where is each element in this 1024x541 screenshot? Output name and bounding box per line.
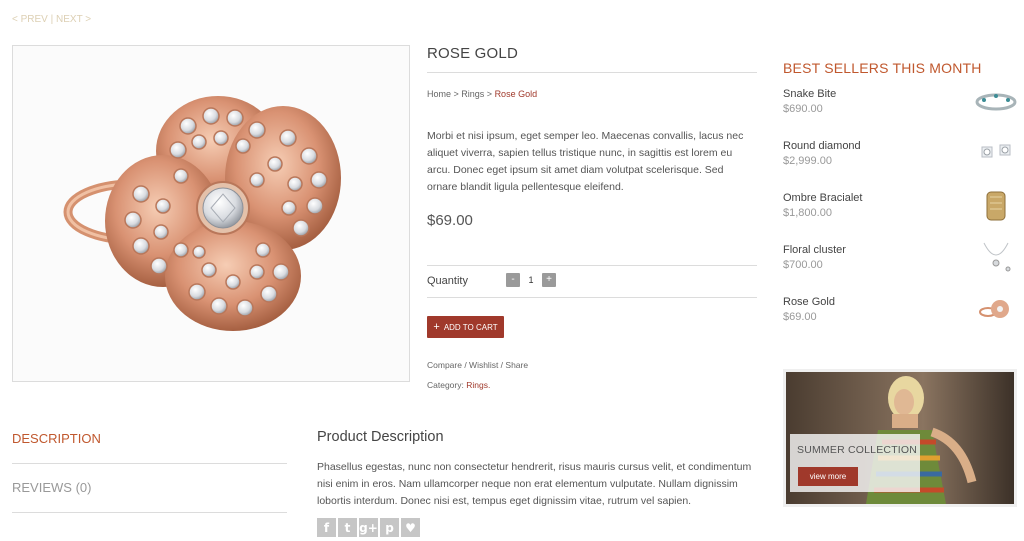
cuff-thumb-icon[interactable] xyxy=(974,189,1018,223)
necklace-thumb-icon[interactable] xyxy=(974,241,1018,275)
best-seller-name[interactable]: Round diamond xyxy=(783,140,861,152)
summer-collection-banner[interactable]: SUMMER COLLECTION view more xyxy=(783,369,1017,507)
product-image[interactable] xyxy=(12,45,410,382)
tab-description[interactable]: DESCRIPTION xyxy=(12,431,287,446)
plus-icon: + xyxy=(433,320,440,333)
breadcrumb-current: Rose Gold xyxy=(494,89,538,99)
best-seller-item[interactable]: Floral cluster $700.00 xyxy=(783,241,1018,284)
best-seller-name[interactable]: Snake Bite xyxy=(783,88,836,100)
twitter-icon[interactable]: t xyxy=(338,518,357,537)
category-link[interactable]: Rings. xyxy=(466,380,490,390)
divider xyxy=(12,512,287,513)
bracelet-thumb-icon[interactable] xyxy=(974,85,1018,119)
nav-separator: | xyxy=(47,14,57,25)
next-link[interactable]: NEXT > xyxy=(56,14,91,25)
banner-caption: SUMMER COLLECTION view more xyxy=(790,434,920,492)
quantity-input[interactable]: 1 xyxy=(520,275,542,285)
best-seller-name[interactable]: Rose Gold xyxy=(783,296,835,308)
social-share: f t g+ p ♥ xyxy=(317,518,420,537)
best-seller-price: $1,800.00 xyxy=(783,207,832,219)
best-seller-item[interactable]: Rose Gold $69.00 xyxy=(783,296,1018,336)
best-sellers-heading: BEST SELLERS THIS MONTH xyxy=(783,60,982,76)
best-seller-name[interactable]: Floral cluster xyxy=(783,244,846,256)
divider xyxy=(427,72,757,73)
divider xyxy=(427,297,757,298)
ring-thumb-icon[interactable] xyxy=(974,293,1018,327)
google-plus-icon[interactable]: g+ xyxy=(359,518,378,537)
best-seller-item[interactable]: Snake Bite $690.00 xyxy=(783,88,1018,128)
breadcrumb-rings[interactable]: Rings xyxy=(461,89,484,99)
quantity-label: Quantity xyxy=(427,275,468,287)
product-category: Category: Rings. xyxy=(427,380,490,390)
product-description-text: Phasellus egestas, nunc non consectetur … xyxy=(317,461,752,507)
best-seller-price: $690.00 xyxy=(783,103,823,115)
heart-icon[interactable]: ♥ xyxy=(401,518,420,537)
earrings-thumb-icon[interactable] xyxy=(974,137,1018,171)
divider xyxy=(427,265,757,266)
quantity-decrease-button[interactable]: - xyxy=(506,273,520,287)
facebook-icon[interactable]: f xyxy=(317,518,336,537)
best-seller-name[interactable]: Ombre Bracialet xyxy=(783,192,862,204)
breadcrumb-sep: > xyxy=(484,89,495,99)
rose-gold-ring-image xyxy=(63,96,341,331)
product-title: ROSE GOLD xyxy=(427,45,518,62)
tab-reviews[interactable]: REVIEWS (0) xyxy=(12,480,287,495)
add-to-cart-button[interactable]: + ADD TO CART xyxy=(427,316,504,338)
best-seller-item[interactable]: Round diamond $2,999.00 xyxy=(783,140,1018,180)
short-description: Morbi et nisi ipsum, eget semper leo. Ma… xyxy=(427,130,744,193)
divider xyxy=(12,463,287,464)
banner-title: SUMMER COLLECTION xyxy=(797,444,918,456)
product-description-heading: Product Description xyxy=(317,429,444,445)
breadcrumb: Home > Rings > Rose Gold xyxy=(427,89,537,99)
prev-link[interactable]: < PREV xyxy=(12,14,48,25)
quantity-stepper: - 1 + xyxy=(506,273,556,287)
breadcrumb-home[interactable]: Home xyxy=(427,89,451,99)
view-more-button[interactable]: view more xyxy=(798,467,858,486)
product-actions[interactable]: Compare / Wishlist / Share xyxy=(427,360,528,370)
pinterest-icon[interactable]: p xyxy=(380,518,399,537)
add-to-cart-label: ADD TO CART xyxy=(443,322,498,332)
best-seller-item[interactable]: Ombre Bracialet $1,800.00 xyxy=(783,189,1018,232)
product-price: $69.00 xyxy=(427,212,473,229)
best-seller-price: $700.00 xyxy=(783,259,823,271)
prev-next-nav: < PREV | NEXT > xyxy=(12,14,91,25)
best-seller-price: $2,999.00 xyxy=(783,155,832,167)
breadcrumb-sep: > xyxy=(451,89,462,99)
quantity-increase-button[interactable]: + xyxy=(542,273,556,287)
category-label: Category: xyxy=(427,380,464,390)
best-seller-price: $69.00 xyxy=(783,311,817,323)
